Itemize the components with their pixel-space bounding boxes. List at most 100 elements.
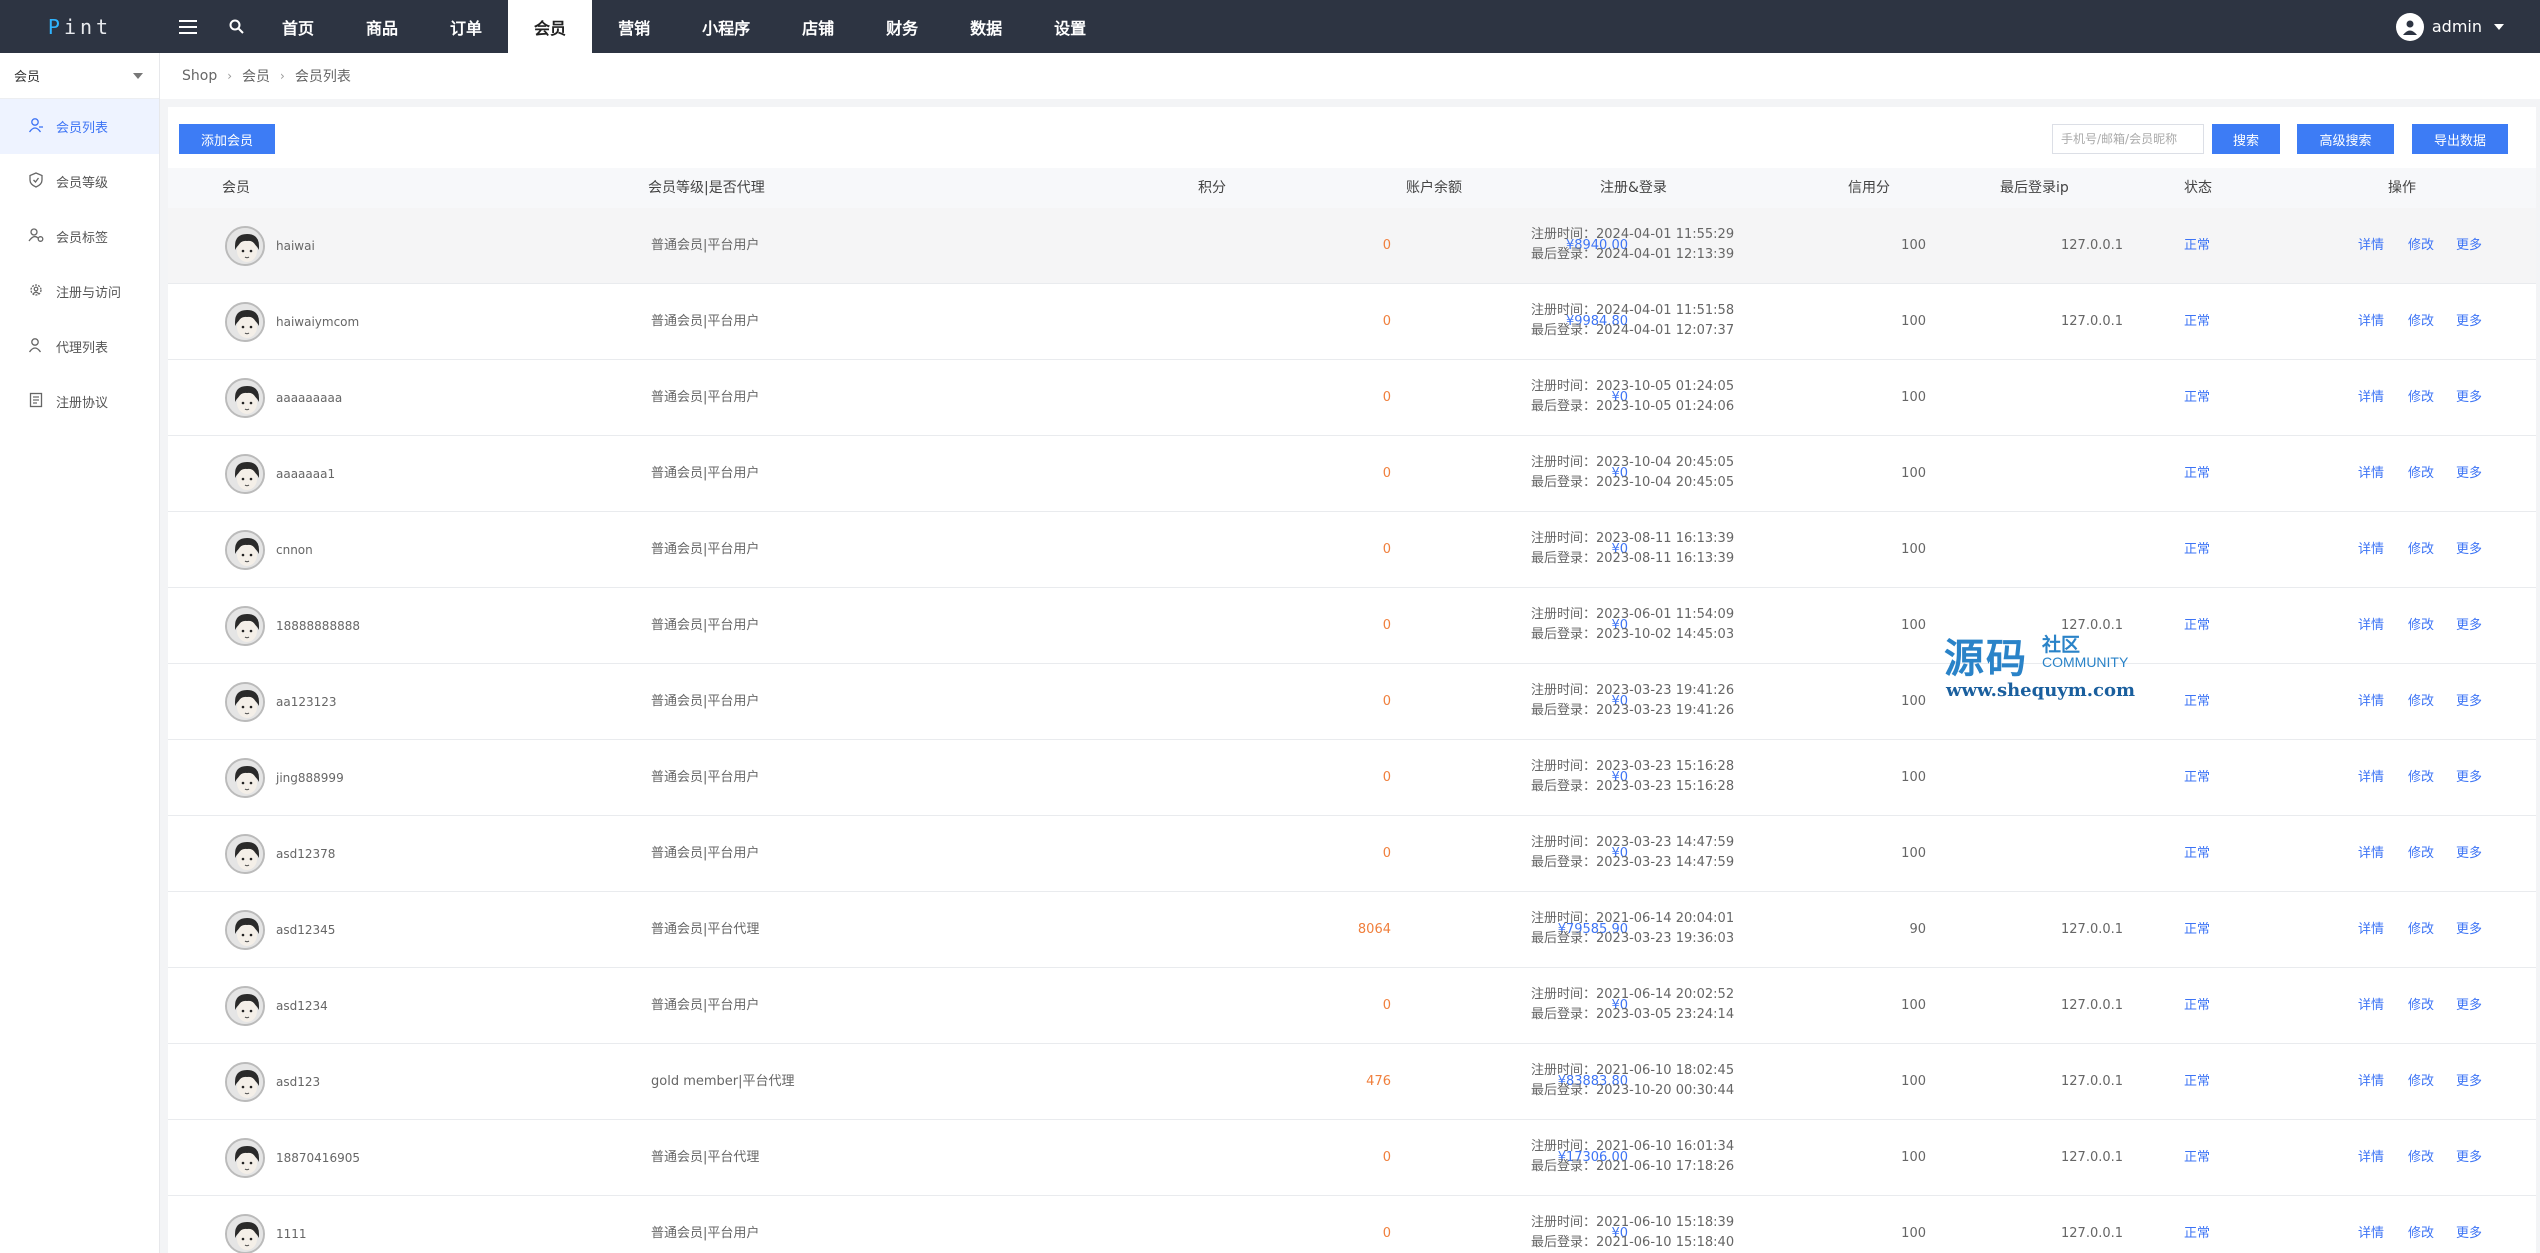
edit-link[interactable]: 修改 xyxy=(2408,588,2434,664)
export-button[interactable]: 导出数据 xyxy=(2412,124,2508,154)
more-link[interactable]: 更多 xyxy=(2456,208,2482,284)
detail-link[interactable]: 详情 xyxy=(2358,664,2384,740)
member-name: aa123123 xyxy=(276,695,337,709)
member-status[interactable]: 正常 xyxy=(2184,208,2210,284)
nav-item[interactable]: 会员 xyxy=(508,0,593,53)
detail-link[interactable]: 详情 xyxy=(2358,968,2384,1044)
member-status[interactable]: 正常 xyxy=(2184,588,2210,664)
edit-link[interactable]: 修改 xyxy=(2408,208,2434,284)
member-name: haiwaiymcom xyxy=(276,315,360,329)
detail-link[interactable]: 详情 xyxy=(2358,436,2384,512)
sidebar-item[interactable]: 会员标签 xyxy=(0,209,159,264)
register-login-times: 注册时间：2021-06-10 18:02:45 最后登录：2023-10-20 … xyxy=(1531,1061,1734,1101)
sidebar-header[interactable]: 会员 xyxy=(0,53,159,99)
member-status[interactable]: 正常 xyxy=(2184,360,2210,436)
more-link[interactable]: 更多 xyxy=(2456,968,2482,1044)
breadcrumb: Shop › 会员 › 会员列表 xyxy=(160,53,2540,99)
detail-link[interactable]: 详情 xyxy=(2358,208,2384,284)
breadcrumb-shop[interactable]: Shop xyxy=(182,68,217,84)
nav-item[interactable]: 营销 xyxy=(592,0,676,53)
nav-item[interactable]: 店铺 xyxy=(776,0,860,53)
search-button[interactable]: 搜索 xyxy=(2212,124,2280,154)
add-member-button[interactable]: 添加会员 xyxy=(179,124,275,154)
detail-link[interactable]: 详情 xyxy=(2358,360,2384,436)
search-icon[interactable] xyxy=(216,0,256,53)
member-status[interactable]: 正常 xyxy=(2184,1120,2210,1196)
member-status[interactable]: 正常 xyxy=(2184,664,2210,740)
edit-link[interactable]: 修改 xyxy=(2408,436,2434,512)
col-credit: 信用分 xyxy=(1848,180,1890,196)
more-link[interactable]: 更多 xyxy=(2456,436,2482,512)
detail-link[interactable]: 详情 xyxy=(2358,816,2384,892)
member-credit: 100 xyxy=(1901,998,1926,1013)
edit-link[interactable]: 修改 xyxy=(2408,1196,2434,1253)
more-link[interactable]: 更多 xyxy=(2456,284,2482,360)
detail-link[interactable]: 详情 xyxy=(2358,1196,2384,1253)
nav-item[interactable]: 设置 xyxy=(1028,0,1112,53)
edit-link[interactable]: 修改 xyxy=(2408,512,2434,588)
more-link[interactable]: 更多 xyxy=(2456,588,2482,664)
member-status[interactable]: 正常 xyxy=(2184,1044,2210,1120)
more-link[interactable]: 更多 xyxy=(2456,664,2482,740)
nav-item[interactable]: 财务 xyxy=(860,0,944,53)
nav-item[interactable]: 小程序 xyxy=(676,0,776,53)
member-status[interactable]: 正常 xyxy=(2184,816,2210,892)
sidebar-item[interactable]: 会员列表 xyxy=(0,99,159,154)
more-link[interactable]: 更多 xyxy=(2456,816,2482,892)
member-status[interactable]: 正常 xyxy=(2184,892,2210,968)
edit-link[interactable]: 修改 xyxy=(2408,968,2434,1044)
app-logo[interactable]: Pint xyxy=(0,0,160,53)
nav-item[interactable]: 数据 xyxy=(944,0,1028,53)
member-status[interactable]: 正常 xyxy=(2184,1196,2210,1253)
detail-link[interactable]: 详情 xyxy=(2358,740,2384,816)
more-link[interactable]: 更多 xyxy=(2456,1196,2482,1253)
more-link[interactable]: 更多 xyxy=(2456,360,2482,436)
more-link[interactable]: 更多 xyxy=(2456,892,2482,968)
register-login-times: 注册时间：2023-03-23 19:41:26 最后登录：2023-03-23 … xyxy=(1531,681,1734,721)
user-tag-icon xyxy=(28,227,44,247)
avatar xyxy=(225,1062,265,1102)
detail-link[interactable]: 详情 xyxy=(2358,1044,2384,1120)
breadcrumb-member[interactable]: 会员 xyxy=(242,66,270,86)
register-time: 注册时间：2023-03-23 15:16:28 xyxy=(1531,759,1735,774)
nav-item[interactable]: 订单 xyxy=(424,0,508,53)
register-login-times: 注册时间：2021-06-10 16:01:34 最后登录：2021-06-10 … xyxy=(1531,1137,1734,1177)
edit-link[interactable]: 修改 xyxy=(2408,1120,2434,1196)
edit-link[interactable]: 修改 xyxy=(2408,664,2434,740)
member-status[interactable]: 正常 xyxy=(2184,968,2210,1044)
more-link[interactable]: 更多 xyxy=(2456,740,2482,816)
edit-link[interactable]: 修改 xyxy=(2408,360,2434,436)
detail-link[interactable]: 详情 xyxy=(2358,1120,2384,1196)
more-link[interactable]: 更多 xyxy=(2456,1044,2482,1120)
nav-item[interactable]: 商品 xyxy=(340,0,424,53)
nav-item[interactable]: 首页 xyxy=(256,0,340,53)
menu-toggle-icon[interactable] xyxy=(160,0,216,53)
member-level: 普通会员|平台用户 xyxy=(651,390,760,405)
member-status[interactable]: 正常 xyxy=(2184,284,2210,360)
avatar xyxy=(225,1214,265,1253)
user-menu[interactable]: admin xyxy=(2395,0,2504,53)
detail-link[interactable]: 详情 xyxy=(2358,512,2384,588)
edit-link[interactable]: 修改 xyxy=(2408,740,2434,816)
register-login-times: 注册时间：2023-06-01 11:54:09 最后登录：2023-10-02 … xyxy=(1531,605,1734,645)
search-input[interactable] xyxy=(2052,124,2204,154)
detail-link[interactable]: 详情 xyxy=(2358,588,2384,664)
member-status[interactable]: 正常 xyxy=(2184,436,2210,512)
member-level: 普通会员|平台代理 xyxy=(651,922,760,937)
sidebar-item[interactable]: 会员等级 xyxy=(0,154,159,209)
member-status[interactable]: 正常 xyxy=(2184,740,2210,816)
more-link[interactable]: 更多 xyxy=(2456,1120,2482,1196)
member-status[interactable]: 正常 xyxy=(2184,512,2210,588)
detail-link[interactable]: 详情 xyxy=(2358,284,2384,360)
advanced-search-button[interactable]: 高级搜索 xyxy=(2297,124,2394,154)
more-link[interactable]: 更多 xyxy=(2456,512,2482,588)
sidebar-item[interactable]: 注册协议 xyxy=(0,374,159,429)
col-last-ip: 最后登录ip xyxy=(2000,180,2069,196)
sidebar-item[interactable]: 代理列表 xyxy=(0,319,159,374)
detail-link[interactable]: 详情 xyxy=(2358,892,2384,968)
sidebar-item[interactable]: 注册与访问 xyxy=(0,264,159,319)
edit-link[interactable]: 修改 xyxy=(2408,892,2434,968)
edit-link[interactable]: 修改 xyxy=(2408,284,2434,360)
edit-link[interactable]: 修改 xyxy=(2408,816,2434,892)
edit-link[interactable]: 修改 xyxy=(2408,1044,2434,1120)
